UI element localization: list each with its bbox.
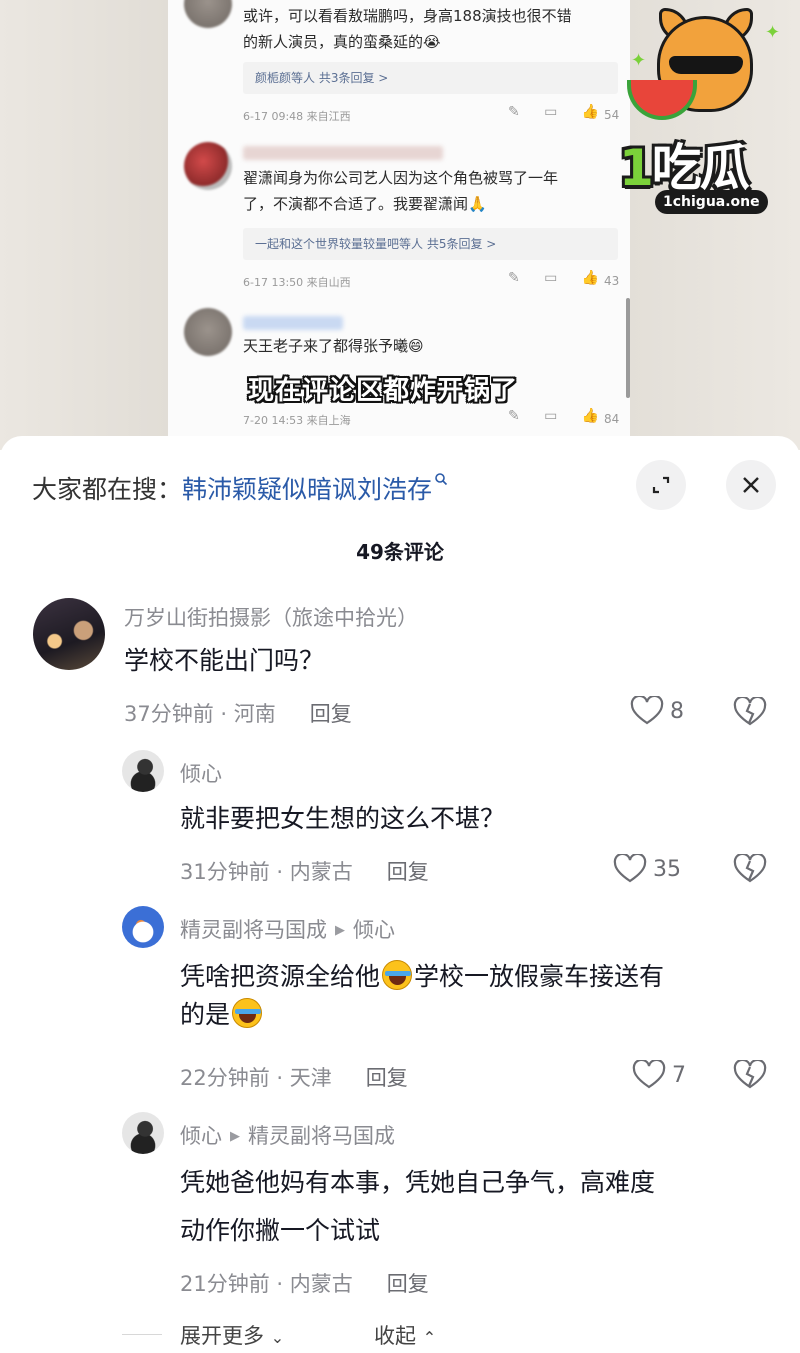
like-count: 8 (670, 698, 684, 724)
inner-replies-box: 一起和这个世界较量较量吧等人 共5条回复 > (243, 228, 618, 260)
collapse-label: 收起 (374, 1324, 416, 1348)
comment-text-part: 的是 (180, 1000, 231, 1029)
video-caption: 现在评论区都炸开锅了 (248, 376, 519, 406)
heart-icon (630, 696, 664, 725)
reply-button[interactable]: 回复 (310, 702, 352, 726)
broken-heart-icon (733, 852, 767, 883)
comment-time-location: 31分钟前 · 内蒙古 (180, 860, 353, 884)
comment-meta: 22分钟前 · 天津 回复 (180, 1062, 408, 1092)
inner-action-icons: ✎ ▭ 👍 (508, 104, 610, 120)
comment-text-part: 学校一放假豪车接送有 (414, 962, 665, 991)
comment-text: 就非要把女生想的这么不堪？ (180, 804, 506, 833)
comment-text: 凭她爸他妈有本事，凭她自己争气，高难度 (180, 1168, 656, 1197)
comment-count: 49条评论 (356, 540, 444, 564)
comment-username[interactable]: 万岁山街拍摄影（旅途中拾光） (124, 602, 418, 632)
like-button[interactable]: 35 (613, 854, 681, 884)
expand-icon (652, 476, 670, 494)
inner-action-icons: ✎ ▭ 👍 (508, 408, 610, 424)
dislike-button[interactable] (733, 695, 767, 731)
inner-like-count: 43 (604, 274, 620, 288)
avatar[interactable] (122, 906, 164, 948)
watermelon-icon (627, 80, 697, 120)
reply-arrow-icon: ▶ (230, 1129, 240, 1144)
like-button[interactable]: 7 (632, 1060, 686, 1090)
laughing-crying-emoji-icon (382, 960, 413, 990)
comment-sheet: 大家都在搜：韩沛颖疑似暗讽刘浩存 49条评论 万岁山街拍摄影（旅途中拾光） 学校… (0, 436, 800, 1353)
trending-search-query[interactable]: 韩沛颖疑似暗讽刘浩存 (182, 475, 432, 504)
reply-arrow-icon: ▶ (335, 923, 345, 938)
inner-comment-text: 或许，可以看看敖瑞鹏吗，身高188演技也很不错 (243, 7, 572, 25)
avatar[interactable] (122, 750, 164, 792)
search-icon (434, 472, 448, 490)
comment-text: 学校不能出门吗？ (124, 646, 325, 675)
avatar[interactable] (122, 1112, 164, 1154)
avatar[interactable] (33, 598, 105, 670)
heart-icon (632, 1060, 666, 1089)
inner-comment-meta: 6-17 09:48 来自江西 (243, 110, 351, 123)
inner-comment-meta: 7-20 14:53 来自上海 (243, 414, 351, 427)
reply-button[interactable]: 回复 (387, 1272, 429, 1296)
like-count: 35 (653, 856, 681, 882)
reply-button[interactable]: 回复 (366, 1066, 408, 1090)
divider (122, 1334, 162, 1335)
logo-url: 1chigua.one (655, 190, 768, 214)
close-button[interactable] (726, 460, 776, 510)
chevron-up-icon: ⌃ (422, 1328, 437, 1347)
inner-comment-text: 的新人演员，真的蛮桑延的😭 (243, 33, 441, 51)
comment-username-link[interactable]: 精灵副将马国成 (180, 918, 327, 942)
comment-text: 动作你撇一个试试 (180, 1216, 381, 1245)
reply-to-username[interactable]: 倾心 (353, 918, 395, 942)
dislike-button[interactable] (733, 852, 767, 888)
comment-meta: 31分钟前 · 内蒙古 回复 (180, 856, 429, 886)
close-icon (743, 477, 759, 493)
inner-scrollbar (626, 298, 630, 398)
like-count: 7 (672, 1062, 686, 1088)
inner-replies-box: 颜栀颜等人 共3条回复 > (243, 62, 618, 94)
inner-like-count: 84 (604, 412, 620, 426)
like-button[interactable]: 8 (630, 696, 684, 726)
inner-blurred-name (243, 316, 343, 330)
collapse-button[interactable]: 收起 ⌃ (374, 1320, 436, 1350)
inner-comment-text: 了，不演都不合适了。我要翟潇闻🙏 (243, 195, 487, 213)
comment-time-location: 21分钟前 · 内蒙古 (180, 1272, 353, 1296)
laughing-crying-emoji-icon (232, 998, 263, 1028)
inner-avatar (184, 142, 232, 190)
inner-comment-meta: 6-17 13:50 来自山西 (243, 276, 351, 289)
expand-more-label: 展开更多 (180, 1324, 264, 1348)
comment-text-part: 凭啥把资源全给他 (180, 962, 381, 991)
video-player[interactable]: 或许，可以看看敖瑞鹏吗，身高188演技也很不错 的新人演员，真的蛮桑延的😭 颜栀… (0, 0, 800, 450)
comment-meta: 21分钟前 · 内蒙古 回复 (180, 1268, 429, 1298)
comment-username-link[interactable]: 倾心 (180, 1124, 222, 1148)
inner-action-icons: ✎ ▭ 👍 (508, 270, 610, 286)
inner-comment-text: 翟潇闻身为你公司艺人因为这个角色被骂了一年 (243, 169, 559, 187)
broken-heart-icon (733, 695, 767, 726)
sunglasses-icon (669, 56, 743, 74)
broken-heart-icon (733, 1058, 767, 1089)
inner-comment-text: 天王老子来了都得张予曦😄 (243, 337, 424, 355)
inner-avatar (184, 0, 232, 28)
expand-more-button[interactable]: 展开更多 ⌄ (180, 1320, 284, 1350)
expand-button[interactable] (636, 460, 686, 510)
comment-username[interactable]: 倾心 (180, 758, 222, 788)
watermark-logo: ✦ ✦ 1吃瓜 1chigua.one (615, 8, 795, 218)
inner-blurred-name (243, 146, 443, 160)
comment-username: 精灵副将马国成 ▶ 倾心 (180, 914, 395, 944)
chevron-down-icon: ⌄ (270, 1328, 285, 1347)
comment-username: 倾心 ▶ 精灵副将马国成 (180, 1120, 395, 1150)
comment-time-location: 37分钟前 · 河南 (124, 702, 276, 726)
comment-time-location: 22分钟前 · 天津 (180, 1066, 332, 1090)
inner-avatar (184, 308, 232, 356)
comment-text: 凭啥把资源全给他 学校一放假豪车接送有的是 (180, 958, 770, 1034)
reply-button[interactable]: 回复 (387, 860, 429, 884)
comment-meta: 37分钟前 · 河南 回复 (124, 698, 352, 728)
sparkle-icon: ✦ (631, 50, 647, 71)
sparkle-icon: ✦ (765, 22, 781, 43)
reply-to-username[interactable]: 精灵副将马国成 (248, 1124, 395, 1148)
video-background-left (0, 0, 168, 450)
heart-icon (613, 854, 647, 883)
dislike-button[interactable] (733, 1058, 767, 1094)
trending-search[interactable]: 大家都在搜：韩沛颖疑似暗讽刘浩存 (32, 470, 448, 506)
trending-search-prefix: 大家都在搜： (32, 475, 183, 504)
